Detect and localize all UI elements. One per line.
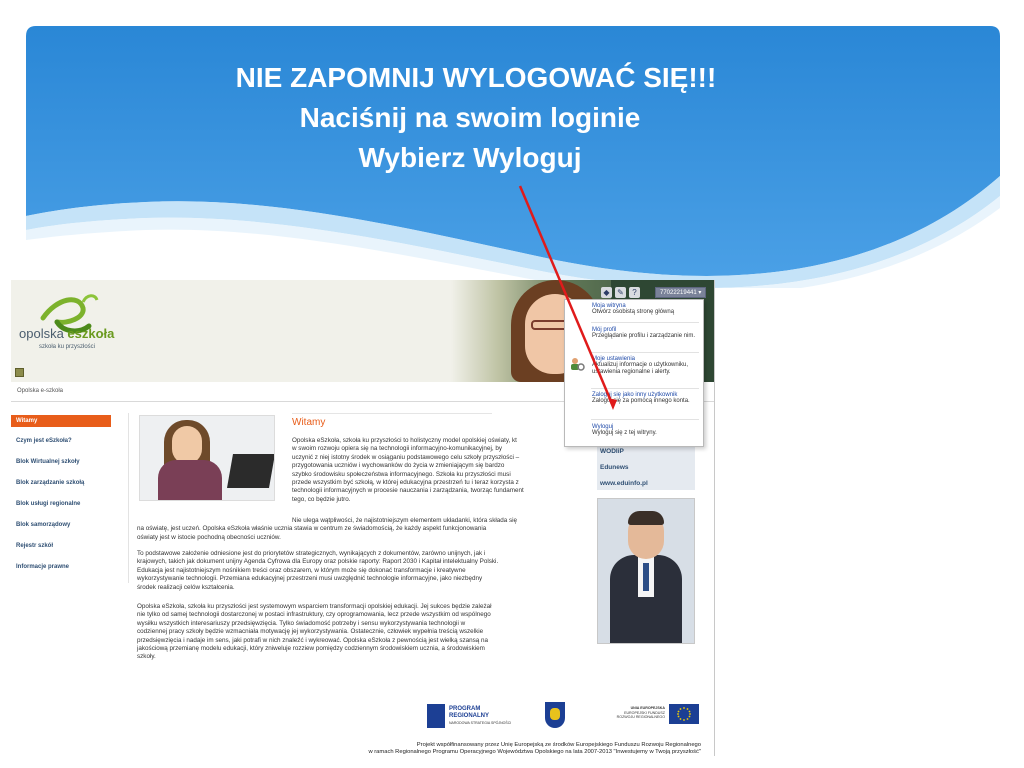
text-line: technologii informacyjnych w procesie na… — [292, 487, 524, 495]
nav-item-witamy[interactable]: Witamy — [11, 415, 111, 427]
footer-logos: PROGRAM REGIONALNY NARODOWA STRATEGIA SPÓ… — [411, 700, 711, 736]
share-icon[interactable]: ◆ — [601, 286, 612, 298]
text-line: szkoły. — [137, 653, 156, 661]
nav-item-informacje-prawne[interactable]: Informacje prawne — [11, 561, 111, 573]
text-line: Edukacja jest najistotniejszym nośnikiem… — [137, 566, 466, 574]
edit-page-icon[interactable] — [15, 368, 24, 377]
nav-item-uslugi-regionalne[interactable]: Blok usługi regionalne — [11, 498, 111, 510]
text-line: Opolska eSzkoła, szkoła ku przyszłości t… — [292, 437, 517, 444]
program-flag-icon — [427, 704, 445, 728]
text-line: na oświatę, jest uczeń. Opolska eSzkoła … — [137, 525, 487, 533]
text-line: oświaty jest w istocie pochodną obecnośc… — [137, 533, 281, 541]
headline-instruction-2: Wybierz Wyloguj — [358, 142, 582, 173]
text-line: wykorzystywanie technologii. Przemiana e… — [137, 575, 483, 583]
footer-line1: Projekt współfinansowany przez Unię Euro… — [416, 742, 701, 748]
nav-item-samorzadowy[interactable]: Blok samorządowy — [11, 519, 111, 531]
text-line: uczynić z niej istotny środek w osiągani… — [292, 453, 520, 461]
paragraph-1: Opolska eSzkoła, szkoła ku przyszłości t… — [292, 437, 592, 504]
help-icon[interactable]: ? — [629, 286, 640, 298]
menu-divider — [591, 352, 699, 353]
menu-item-description: Otwórz osobistą stronę główną — [592, 309, 675, 315]
link-edunews[interactable]: Edunews — [600, 464, 629, 471]
left-navigation: Witamy Czym jest eSzkoła? Blok Wirtualne… — [11, 413, 129, 583]
program-subtitle: NARODOWA STRATEGIA SPÓJNOŚCI — [449, 721, 512, 725]
menu-item-description: Zaloguj się za pomocą innego konta. — [592, 398, 690, 404]
program-line2: REGIONALNY — [449, 713, 490, 719]
text-line: krajowych, takich jak dokument unijny Ag… — [137, 558, 499, 566]
nav-item-rejestr-szkol[interactable]: Rejestr szkół — [11, 540, 111, 552]
student-photo — [139, 415, 275, 501]
opolskie-coat-of-arms-icon — [545, 702, 565, 728]
footer-line2: w ramach Regionalnego Programu Operacyjn… — [368, 749, 701, 755]
menu-item-moja-witryna[interactable]: Moja witryna Otwórz osobistą stronę głów… — [565, 303, 703, 316]
footer-funding-note: Projekt współfinansowany przez Unię Euro… — [291, 742, 701, 756]
link-eduinfo[interactable]: www.eduinfo.pl — [600, 480, 648, 487]
website-screenshot: opolska eszkoła szkoła ku przyszłości ◆ … — [11, 280, 715, 756]
menu-item-inny-uzytkownik[interactable]: Zaloguj się jako inny użytkownik Zaloguj… — [565, 392, 703, 405]
logo-word-opolska: opolska — [19, 326, 68, 341]
menu-item-description: Aktualizuj informacje o użytkowniku, ust… — [592, 362, 689, 375]
link-wodiip[interactable]: WODIiP — [600, 448, 624, 455]
presentation-slide: { "slide": { "headline_line1": "NIE ZAPO… — [0, 0, 1024, 768]
menu-item-description: Przeglądanie profilu i zarządzanie nim. — [592, 333, 696, 339]
menu-item-moj-profil[interactable]: Mój profil Przeglądanie profilu i zarząd… — [565, 327, 703, 340]
menu-item-moje-ustawienia[interactable]: Moje ustawienia Aktualizuj informacje o … — [565, 356, 703, 376]
menu-item-wyloguj[interactable]: Wyloguj Wyloguj się z tej witryny. — [565, 424, 703, 437]
logo-tagline: szkoła ku przyszłości — [39, 344, 96, 350]
nav-item-czym-jest[interactable]: Czym jest eSzkoła? — [11, 435, 111, 447]
user-toolbar: ◆ ✎ ? 77022219441 ▾ — [601, 285, 707, 299]
teacher-photo — [597, 498, 695, 644]
paragraph-2: Nie ulega wątpliwości, że najistotniejsz… — [137, 517, 583, 542]
text-line: jakościową przemianę modelu edukacji, kt… — [137, 645, 485, 653]
eu-line3: ROZWOJU REGIONALNEGO — [616, 715, 665, 720]
menu-divider — [591, 322, 699, 323]
logo-wordmark: opolska eszkoła — [19, 326, 114, 341]
headline-instruction-1: Naciśnij na swoim loginie — [299, 102, 641, 133]
text-line: Opolska eSzkoła, szkoła ku przyszłości j… — [137, 603, 492, 610]
text-line: tego, co będzie jutro. — [292, 495, 351, 503]
title-divider — [292, 413, 492, 414]
text-line: nie tylko od samej technologii dostarczo… — [137, 611, 491, 619]
paragraph-4: Opolska eSzkoła, szkoła ku przyszłości j… — [137, 603, 583, 662]
nav-item-zarzadzanie[interactable]: Blok zarządzanie szkołą — [11, 477, 111, 489]
eu-flag-icon — [669, 704, 699, 724]
eu-fund-label: UNIA EUROPEJSKA EUROPEJSKI FUNDUSZ ROZWO… — [615, 706, 665, 720]
main-content: Witamy Opolska eSzkoła, szkoła ku przysz… — [137, 413, 583, 673]
user-login-menu[interactable]: 77022219441 ▾ — [655, 286, 707, 298]
menu-divider — [591, 388, 699, 389]
text-line: środek realizacji celów kształcenia. — [137, 583, 235, 591]
text-line: przede wszystkim być szkołą, w której ed… — [292, 479, 519, 487]
main-title: Witamy — [292, 417, 326, 428]
menu-divider — [591, 419, 699, 420]
program-regionalny-logo: PROGRAM REGIONALNY NARODOWA STRATEGIA SPÓ… — [427, 704, 537, 730]
logo-word-eszkola: eszkoła — [67, 326, 115, 341]
text-line: To podstawowe założenie odniesione jest … — [137, 550, 486, 557]
right-column: WODIiP Edunews www.eduinfo.pl — [597, 438, 695, 664]
tag-icon[interactable]: ✎ — [615, 286, 626, 298]
text-line: szybko środowisku społeczeństwa informac… — [292, 470, 511, 478]
breadcrumb[interactable]: Opolska e-szkoła — [17, 388, 63, 394]
text-line: codziennej pracy szkoły będzie wzmacniał… — [137, 628, 484, 636]
nav-item-wirtualna-szkola[interactable]: Blok Wirtualnej szkoły — [11, 456, 111, 468]
text-line: wysiłku wszystkich interesariuszy przeds… — [137, 619, 466, 627]
text-line: przygotowania uczniów i wychowanków do ż… — [292, 462, 505, 470]
headline-warning: NIE ZAPOMNIJ WYLOGOWAĆ SIĘ!!! — [235, 62, 717, 93]
menu-item-description: Wyloguj się z tej witryny. — [592, 430, 657, 436]
paragraph-3: To podstawowe założenie odniesione jest … — [137, 550, 583, 592]
user-dropdown-menu: Moja witryna Otwórz osobistą stronę głów… — [564, 299, 704, 447]
program-line1: PROGRAM — [449, 706, 481, 712]
text-line: w swoim rozwoju opiera się na technologi… — [292, 445, 502, 453]
text-line: przedsięwzięcia i nadaje im sens, jaki p… — [137, 636, 489, 644]
text-line: Nie ulega wątpliwości, że najistotniejsz… — [292, 517, 518, 524]
